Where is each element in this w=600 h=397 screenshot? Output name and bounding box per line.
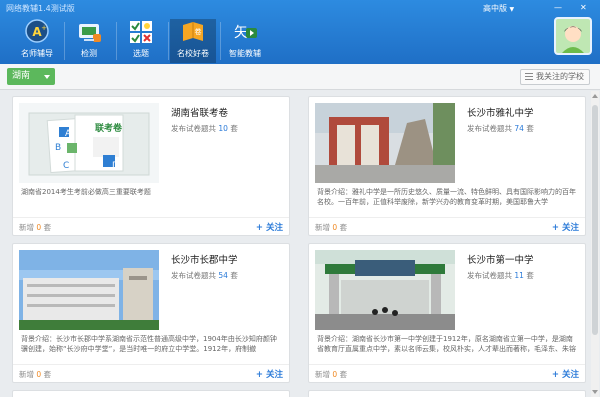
school-card[interactable]: 长沙市第一中学 发布试卷题共 11 套 背景介绍：湖南省长沙市第一中学创建于19… xyxy=(308,243,586,383)
scroll-down-icon[interactable] xyxy=(592,390,598,394)
test-icon xyxy=(75,19,103,45)
svg-text:卷: 卷 xyxy=(195,27,202,36)
school-description: 背景介绍：湖南省长沙市第一中学创建于1912年，原名湖南省立第一中学，是湖南省教… xyxy=(317,335,576,353)
teacher-icon: A + xyxy=(23,19,51,45)
thumb-letter: A xyxy=(65,129,72,139)
nav-exam-papers[interactable]: 卷 名校好卷 xyxy=(170,19,216,63)
follow-button[interactable]: + 关注 xyxy=(552,368,579,380)
scroll-up-icon[interactable] xyxy=(592,94,598,98)
school-card[interactable]: 联考卷 A B C D 湖南省联考卷 发布试卷题共 10 套 湖南省2014考生… xyxy=(12,96,290,236)
follow-button[interactable]: + 关注 xyxy=(552,221,579,233)
nav-label: 检测 xyxy=(81,49,97,58)
scrollbar-thumb[interactable] xyxy=(592,105,598,335)
my-followed-schools-button[interactable]: 我关注的学校 xyxy=(520,69,590,85)
new-count: 新增 0 套 xyxy=(315,370,348,379)
card-footer: 新增 0 套 + 关注 xyxy=(13,364,289,382)
nav-label: 名校好卷 xyxy=(177,49,209,58)
list-icon xyxy=(525,73,534,80)
smart-tutor-icon: 矢 xyxy=(231,19,259,45)
grade-menu[interactable]: 高中版 ▼ xyxy=(483,3,514,14)
school-name[interactable]: 长沙市第一中学 xyxy=(467,252,534,266)
region-dropdown[interactable]: 湖南 xyxy=(7,68,55,85)
svg-text:+: + xyxy=(41,24,47,32)
school-name[interactable]: 长沙市雅礼中学 xyxy=(467,105,534,119)
paper-count: 发布试卷题共 74 套 xyxy=(467,124,534,133)
app-title: 网络教辅1.4测试版 xyxy=(6,4,75,13)
thumb-letter: C xyxy=(63,161,70,171)
vertical-scrollbar[interactable] xyxy=(591,91,599,397)
nav-test[interactable]: 检测 xyxy=(66,19,112,63)
new-count: 新增 0 套 xyxy=(19,223,52,232)
user-avatar[interactable] xyxy=(554,17,592,55)
nav-teacher[interactable]: A + 名师辅导 xyxy=(14,19,60,63)
school-description: 背景介绍：长沙市长郡中学系湖南省示范性普通高级中学，1904年由长沙知府颜钟骥创… xyxy=(21,335,277,353)
region-label: 湖南 xyxy=(12,71,31,81)
school-photo xyxy=(315,250,455,330)
school-name[interactable]: 湖南省联考卷 xyxy=(171,105,228,119)
thumb-letter: D xyxy=(112,161,119,171)
exam-papers-icon: 卷 xyxy=(179,19,207,45)
paper-count: 发布试卷题共 54 套 xyxy=(171,271,238,280)
card-footer: 新增 0 套 + 关注 xyxy=(309,364,585,382)
nav-label: 名师辅导 xyxy=(21,49,53,58)
card-footer: 新增 0 套 + 关注 xyxy=(309,217,585,235)
svg-text:矢: 矢 xyxy=(234,25,248,41)
card-footer: 新增 0 套 + 关注 xyxy=(13,217,289,235)
new-count: 新增 0 套 xyxy=(315,223,348,232)
school-photo xyxy=(315,103,455,183)
exam-paper-thumbnail: 联考卷 A B C D xyxy=(19,103,159,183)
school-photo xyxy=(19,250,159,330)
follow-button[interactable]: + 关注 xyxy=(256,368,283,380)
follow-button-label: 我关注的学校 xyxy=(536,72,584,81)
minimize-button[interactable]: — xyxy=(554,3,562,12)
select-questions-icon xyxy=(127,19,155,45)
school-description: 湖南省2014考生考前必做高三重要联考题 xyxy=(21,188,151,196)
nav-label: 智能教辅 xyxy=(229,49,261,58)
new-count: 新增 0 套 xyxy=(19,370,52,379)
school-description: 背景介绍：雅礼中学是一所历史悠久、质量一流、特色鲜明、具有国际影响力的百年名校。… xyxy=(317,188,576,206)
school-name[interactable]: 长沙市长郡中学 xyxy=(171,252,238,266)
nav-smart-tutor[interactable]: 矢 智能教辅 xyxy=(222,19,268,63)
thumb-title: 联考卷 xyxy=(95,124,123,134)
school-card[interactable]: 长沙市长郡中学 发布试卷题共 54 套 背景介绍：长沙市长郡中学系湖南省示范性普… xyxy=(12,243,290,383)
paper-count: 发布试卷题共 10 套 xyxy=(171,124,238,133)
chevron-down-icon: ▼ xyxy=(509,6,515,13)
paper-count: 发布试卷题共 11 套 xyxy=(467,271,534,280)
filter-bar: 湖南 我关注的学校 xyxy=(0,64,600,90)
thumb-letter: B xyxy=(55,143,62,153)
follow-button[interactable]: + 关注 xyxy=(256,221,283,233)
school-card[interactable] xyxy=(12,390,290,397)
nav-label: 选题 xyxy=(133,49,149,58)
close-button[interactable]: ✕ xyxy=(580,3,587,12)
chevron-down-icon xyxy=(44,75,50,79)
school-card[interactable] xyxy=(308,390,586,397)
top-toolbar: 网络教辅1.4测试版 高中版 ▼ — ✕ A + 名师辅导 检测 选题 卷 名校… xyxy=(0,0,600,64)
grade-menu-label: 高中版 xyxy=(483,4,507,13)
nav-select-questions[interactable]: 选题 xyxy=(118,19,164,63)
school-card[interactable]: 长沙市雅礼中学 发布试卷题共 74 套 背景介绍：雅礼中学是一所历史悠久、质量一… xyxy=(308,96,586,236)
